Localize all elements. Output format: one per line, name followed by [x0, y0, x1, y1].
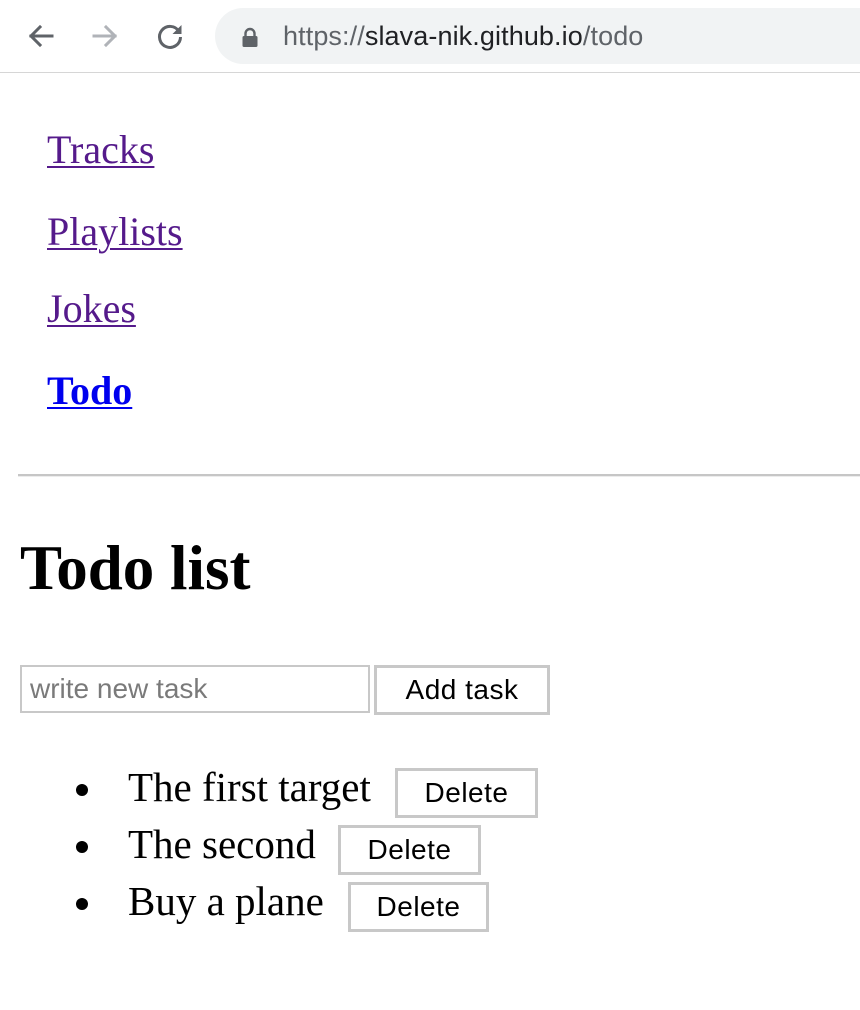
lock-icon — [242, 27, 258, 47]
nav-link-todo[interactable]: Todo — [47, 367, 132, 415]
reload-icon — [158, 24, 182, 49]
url-text[interactable]: https://slava-nik.github.io/todo — [283, 20, 643, 52]
bullet-icon — [76, 898, 88, 910]
bullet-icon — [76, 784, 88, 796]
delete-task-button[interactable]: Delete — [338, 825, 481, 875]
arrow-right-icon — [92, 24, 118, 48]
nav-link-jokes[interactable]: Jokes — [47, 285, 136, 333]
reload-button[interactable] — [153, 18, 187, 54]
new-task-input[interactable] — [20, 665, 370, 713]
delete-task-button[interactable]: Delete — [395, 768, 538, 818]
todo-item-text: The second — [128, 821, 316, 867]
delete-task-button[interactable]: Delete — [348, 882, 489, 932]
bullet-icon — [76, 841, 88, 853]
url-host: slava-nik.github.io — [364, 21, 583, 51]
page-title: Todo list — [20, 533, 251, 603]
add-task-button[interactable]: Add task — [374, 665, 550, 715]
arrow-left-icon — [28, 24, 54, 48]
forward-button[interactable] — [88, 18, 122, 54]
todo-item-text: Buy a plane — [128, 878, 324, 924]
browser-toolbar: https://slava-nik.github.io/todo — [0, 0, 860, 73]
nav-link-playlists[interactable]: Playlists — [47, 208, 183, 256]
back-button[interactable] — [24, 18, 58, 54]
address-bar[interactable]: https://slava-nik.github.io/todo — [215, 8, 860, 64]
url-scheme: https:// — [283, 21, 365, 51]
section-divider — [18, 474, 860, 477]
todo-item-text: The first target — [128, 764, 371, 810]
nav-link-tracks[interactable]: Tracks — [47, 126, 154, 174]
url-path: /todo — [582, 21, 644, 51]
